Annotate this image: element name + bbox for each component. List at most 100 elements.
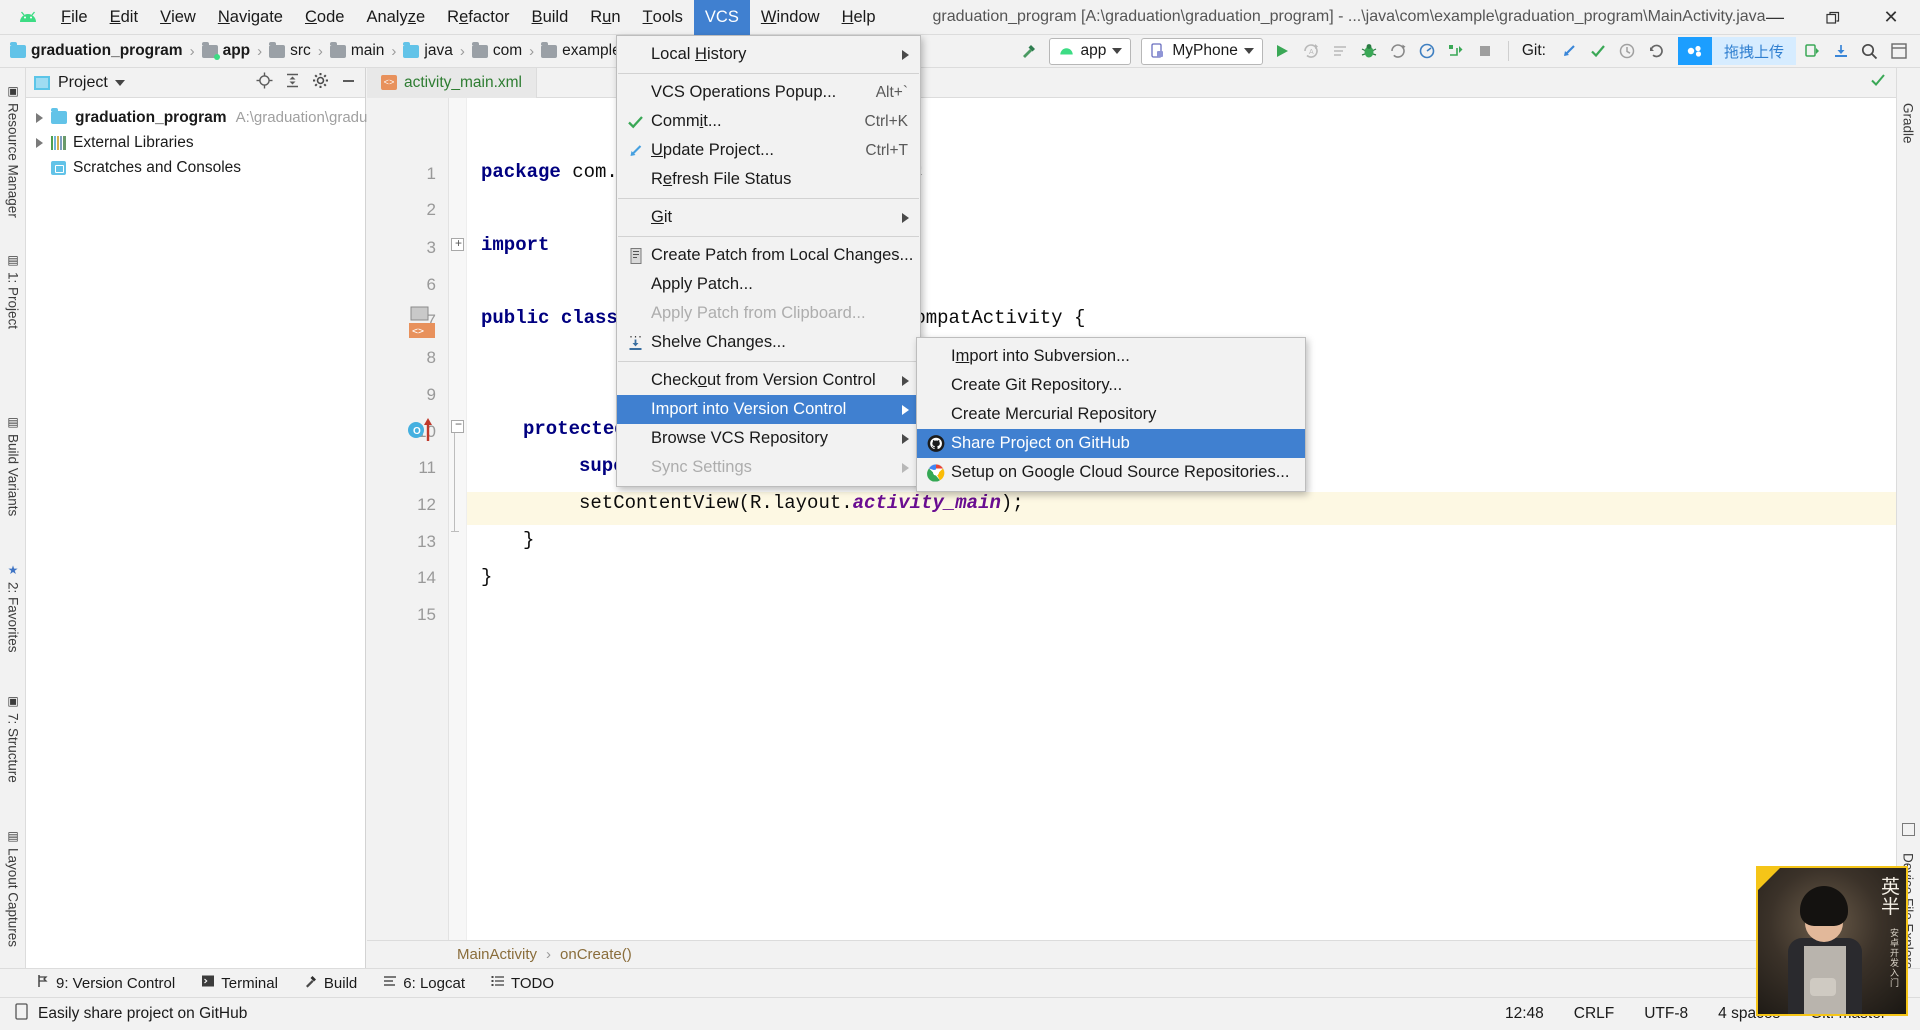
maximize-button[interactable] xyxy=(1804,0,1862,35)
minimize-icon[interactable] xyxy=(340,72,357,94)
baidu-upload-button[interactable]: 拖拽上传 xyxy=(1677,37,1796,65)
device-selector[interactable]: MyPhone xyxy=(1141,37,1263,65)
status-encoding[interactable]: UTF-8 xyxy=(1644,1005,1688,1023)
close-button[interactable]: ✕ xyxy=(1862,0,1920,35)
menu-item-local-history[interactable]: Local History xyxy=(617,40,920,69)
menu-analyze[interactable]: Analy z e xyxy=(355,0,436,35)
history-clock-icon[interactable] xyxy=(1614,38,1641,65)
menu-help[interactable]: Help xyxy=(831,0,887,35)
tool-tab-layout-captures[interactable]: ▤ Layout Captures xyxy=(0,813,26,963)
search-icon[interactable] xyxy=(1856,38,1883,65)
tree-item-scratches-and-consoles[interactable]: Scratches and Consoles xyxy=(26,155,365,180)
menu-item-import-into-version-control[interactable]: Import into Version Control xyxy=(617,395,920,424)
breadcrumb-item-example[interactable]: example xyxy=(541,41,621,60)
breadcrumb-item-app[interactable]: app xyxy=(201,41,250,60)
chevron-down-icon[interactable] xyxy=(114,79,125,86)
editor-fold-column[interactable]: + − xyxy=(449,98,467,940)
menu-item-update-project[interactable]: Update Project... Ctrl+T xyxy=(617,136,920,165)
sdk-manager-icon[interactable] xyxy=(1443,38,1470,65)
module-selector[interactable]: app xyxy=(1048,37,1132,65)
tree-item-graduation_program[interactable]: graduation_program A:\graduation\graduat… xyxy=(26,105,422,130)
menu-file[interactable]: FFileile xyxy=(50,0,99,35)
breadcrumb-item-main[interactable]: main xyxy=(329,41,384,60)
editor-tab-activity_main-xml[interactable]: <> activity_main.xml xyxy=(367,67,537,98)
menu-view[interactable]: View xyxy=(149,0,207,35)
menu-vcs[interactable]: VCS xyxy=(693,0,750,35)
menu-tools[interactable]: Tools xyxy=(632,0,694,35)
tool-window-version-control[interactable]: 9: Version Control xyxy=(36,974,175,992)
shortcut-label: Ctrl+K xyxy=(864,112,909,130)
menu-item-git[interactable]: Git xyxy=(617,203,920,232)
menu-item-commit[interactable]: Commit... Ctrl+K xyxy=(617,107,920,136)
webcam-person xyxy=(1786,886,1864,1014)
tool-tab-structure[interactable]: ▣ 7: Structure xyxy=(0,678,26,798)
tool-tab-project[interactable]: ▤ 1: Project xyxy=(0,236,26,346)
tool-tab-gradle[interactable]: Gradle xyxy=(1896,78,1920,168)
submenu-item-create-mercurial-repository[interactable]: Create Mercurial Repository xyxy=(917,400,1305,429)
menu-build[interactable]: Build xyxy=(521,0,580,35)
menu-item-vcs-operations-popup[interactable]: VCS Operations Popup... Alt+` xyxy=(617,78,920,107)
locate-target-icon[interactable] xyxy=(256,72,273,94)
tool-window-build[interactable]: Build xyxy=(304,974,357,992)
xml-preview-gutter-icon[interactable]: <> xyxy=(409,306,435,345)
menu-item-shelve-changes[interactable]: Shelve Changes... xyxy=(617,328,920,357)
sdk-download-icon[interactable] xyxy=(1827,38,1854,65)
chevron-right-icon[interactable] xyxy=(36,112,43,123)
menu-navigate[interactable]: Navigate xyxy=(207,0,294,35)
tool-tab-favorites[interactable]: ★ 2: Favorites xyxy=(0,548,26,668)
fold-collapse-icon[interactable]: − xyxy=(451,417,464,433)
status-line-separator[interactable]: CRLF xyxy=(1574,1005,1614,1023)
menu-item-apply-patch[interactable]: Apply Patch... xyxy=(617,270,920,299)
update-project-icon[interactable] xyxy=(1556,38,1583,65)
apply-code-changes-icon[interactable] xyxy=(1327,38,1354,65)
tree-item-external-libraries[interactable]: External Libraries xyxy=(26,130,365,155)
line-number: 2 xyxy=(426,200,436,219)
breadcrumb-class[interactable]: MainActivity xyxy=(457,946,537,963)
debug-button[interactable] xyxy=(1356,38,1383,65)
layout-icon[interactable] xyxy=(1885,38,1912,65)
menu-window[interactable]: Window xyxy=(750,0,831,35)
submenu-item-import-into-subversion[interactable]: Import into Subversion... xyxy=(917,342,1305,371)
breadcrumb-item-src[interactable]: src xyxy=(269,41,311,60)
resource-manager-icon: ▣ xyxy=(6,84,20,99)
tool-tab-resource-manager[interactable]: ▣ Resource Manager xyxy=(0,76,26,226)
webcam-corner-badge xyxy=(1758,868,1780,890)
chevron-right-icon[interactable] xyxy=(36,137,43,148)
menu-edit[interactable]: Edit xyxy=(99,0,149,35)
menu-code[interactable]: Code xyxy=(294,0,355,35)
gear-icon[interactable] xyxy=(312,72,329,94)
menu-item-refresh-file-status[interactable]: Refresh File Status xyxy=(617,165,920,194)
avd-manager-icon[interactable] xyxy=(1798,38,1825,65)
rollback-icon[interactable] xyxy=(1643,38,1670,65)
tool-window-todo[interactable]: TODO xyxy=(491,974,554,992)
minimize-button[interactable]: — xyxy=(1746,0,1804,35)
collapse-all-icon[interactable] xyxy=(284,72,301,94)
submenu-item-setup-on-google-cloud-source-repositories[interactable]: Setup on Google Cloud Source Repositorie… xyxy=(917,458,1305,487)
submenu-item-share-project-on-github[interactable]: Share Project on GitHub xyxy=(917,429,1305,458)
breadcrumb-item-graduation_program[interactable]: graduation_program xyxy=(10,41,183,60)
editor-gutter[interactable]: 1 2 3 6 7 8 9 10 11 12 13 14 15 <> O xyxy=(367,98,449,940)
menu-run[interactable]: Run xyxy=(579,0,631,35)
tool-tab-build-variants[interactable]: ▤ Build Variants xyxy=(0,398,26,533)
stop-button[interactable] xyxy=(1472,38,1499,65)
profiler-icon[interactable] xyxy=(1414,38,1441,65)
breadcrumb-item-com[interactable]: com xyxy=(471,41,522,60)
run-button[interactable] xyxy=(1269,38,1296,65)
override-method-gutter-icon[interactable]: O xyxy=(407,417,437,448)
make-project-button[interactable] xyxy=(1016,38,1043,65)
inspection-ok-icon[interactable] xyxy=(1870,72,1886,93)
menu-refactor[interactable]: Re factor xyxy=(436,0,520,35)
breadcrumb-method[interactable]: onCreate() xyxy=(560,946,632,963)
menu-item-browse-vcs-repository[interactable]: Browse VCS Repository xyxy=(617,424,920,453)
commit-checkmark-icon[interactable] xyxy=(1585,38,1612,65)
tool-window-terminal[interactable]: Terminal xyxy=(201,974,278,992)
breadcrumb-item-java[interactable]: java xyxy=(403,41,453,60)
menu-item-checkout-from-version-control[interactable]: Checkout from Version Control xyxy=(617,366,920,395)
attach-debugger-icon[interactable] xyxy=(1385,38,1412,65)
fold-expand-icon[interactable]: + xyxy=(451,236,464,251)
menu-item-create-patch-from-local-changes[interactable]: Create Patch from Local Changes... xyxy=(617,241,920,270)
tool-window-logcat[interactable]: 6: Logcat xyxy=(383,974,465,992)
webcam-overlay[interactable]: 英 半 安卓开发入门 xyxy=(1756,866,1908,1016)
submenu-item-create-git-repository[interactable]: Create Git Repository... xyxy=(917,371,1305,400)
apply-changes-icon[interactable]: A xyxy=(1298,38,1325,65)
